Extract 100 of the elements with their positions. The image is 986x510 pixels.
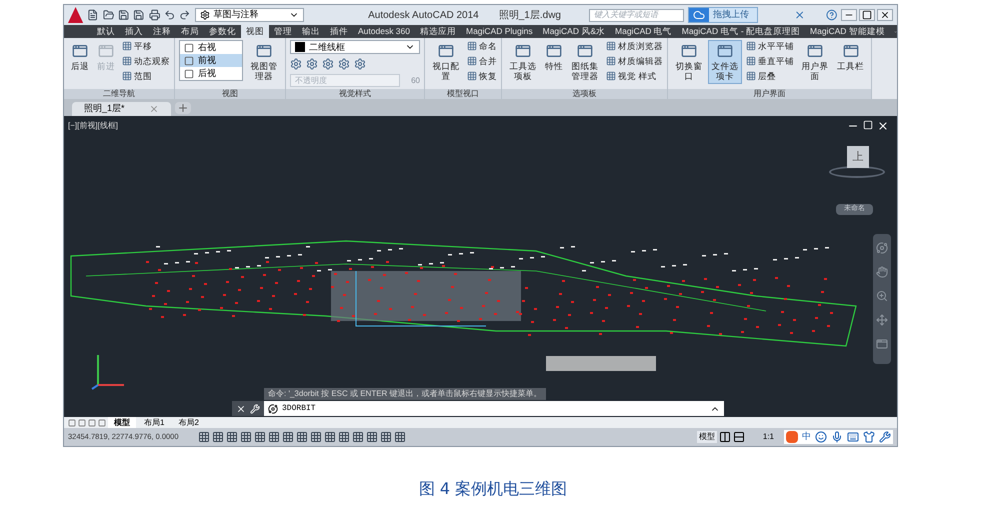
close-icon[interactable] xyxy=(877,9,893,21)
style-tool-icon[interactable] xyxy=(354,58,366,70)
quick-access-icon[interactable] xyxy=(179,9,191,21)
visual-style-dropdown[interactable]: 二维线框 xyxy=(290,40,420,54)
ribbon-small-button[interactable]: 合并 xyxy=(467,54,497,68)
opacity-field[interactable]: 不透明度 xyxy=(290,74,400,87)
ribbon-small-button[interactable]: 垂直平铺 xyxy=(746,54,794,68)
style-tool-icon[interactable] xyxy=(322,58,334,70)
ribbon-small-button[interactable]: 层叠 xyxy=(746,70,794,82)
layout-tab[interactable]: 布局2 xyxy=(172,417,205,428)
layout-tab[interactable]: 模型 xyxy=(108,417,136,428)
ribbon-tab[interactable]: 精选应用 xyxy=(414,25,461,38)
viewport-label[interactable]: [−][前视][线框] xyxy=(68,120,118,132)
annotation-scale[interactable]: 1:1 xyxy=(762,431,774,443)
ribbon-button[interactable]: 文件选项卡 xyxy=(708,40,742,84)
ribbon-button[interactable]: 视口配置 xyxy=(429,40,463,84)
drafting-toggle-icon[interactable] xyxy=(282,431,294,443)
upload-overlay[interactable]: 拖拽上传 xyxy=(688,7,758,23)
window-icon xyxy=(72,43,88,59)
drafting-toggle-icon[interactable] xyxy=(212,431,224,443)
ribbon-small-button[interactable]: 水平平铺 xyxy=(746,40,794,53)
ime-logo-icon[interactable] xyxy=(786,431,798,443)
quick-access-icon[interactable] xyxy=(148,9,160,21)
layout-icon[interactable] xyxy=(718,431,731,443)
drafting-toggle-icon[interactable] xyxy=(296,431,308,443)
ribbon-small-button[interactable]: 范围 xyxy=(122,70,170,82)
drafting-toggle-icon[interactable] xyxy=(324,431,336,443)
ribbon-button[interactable]: 切换窗口 xyxy=(672,40,706,84)
drafting-toggle-icon[interactable] xyxy=(366,431,378,443)
ribbon-button[interactable]: 特性 xyxy=(542,40,566,74)
quick-access-icon[interactable] xyxy=(102,9,114,21)
new-tab-icon[interactable] xyxy=(174,102,191,114)
ribbon-button[interactable]: 图纸集管理器 xyxy=(568,40,602,84)
ime-mode[interactable]: 中 xyxy=(802,430,811,444)
quick-access-icon[interactable] xyxy=(133,9,145,21)
ribbon-tab[interactable]: 注释 xyxy=(148,25,176,38)
drafting-toggle-icon[interactable] xyxy=(394,431,406,443)
file-tab[interactable]: 照明_1层* xyxy=(72,102,171,116)
ribbon-tab[interactable]: MagiCAD 电气 xyxy=(610,25,677,38)
zoom-icon[interactable] xyxy=(876,290,888,302)
ribbon-small-button[interactable]: 材质编辑器 xyxy=(606,54,663,68)
drafting-toggle-icon[interactable] xyxy=(352,431,364,443)
maximize-icon[interactable] xyxy=(859,9,875,21)
quick-access-icon[interactable] xyxy=(87,9,99,21)
help-icon[interactable] xyxy=(826,9,837,21)
drafting-toggle-icon[interactable] xyxy=(338,431,350,443)
ribbon-small-button[interactable]: 恢复 xyxy=(467,70,497,82)
close-icon[interactable] xyxy=(236,404,246,414)
ribbon-button[interactable]: 视图管理器 xyxy=(247,40,281,84)
microphone-icon[interactable] xyxy=(831,431,843,443)
minimize-icon[interactable] xyxy=(841,9,857,21)
style-tool-icon[interactable] xyxy=(290,58,302,70)
drafting-toggle-icon[interactable] xyxy=(310,431,322,443)
ribbon-tab[interactable]: 插件 xyxy=(325,25,353,38)
ribbon-small-button[interactable]: 材质浏览器 xyxy=(606,40,663,53)
shirt-icon[interactable] xyxy=(863,431,875,443)
wrench-icon[interactable] xyxy=(879,431,891,443)
view-list-item[interactable]: 前视 xyxy=(180,54,242,67)
ribbon-tab[interactable]: MagiCAD 风&水 xyxy=(538,25,610,38)
drafting-toggle-icon[interactable] xyxy=(380,431,392,443)
restore-icon[interactable] xyxy=(863,120,873,130)
ribbon-button[interactable]: 工具栏 xyxy=(834,40,867,74)
ribbon-small-button[interactable]: 视觉 样式 xyxy=(606,70,663,82)
ribbon-small-button[interactable]: 命名 xyxy=(467,40,497,53)
ribbon-button[interactable]: 后退 xyxy=(68,40,92,74)
viewcube-face[interactable]: 上 xyxy=(847,146,869,168)
ribbon-tab[interactable]: MagiCAD 智能建模 xyxy=(805,25,890,38)
ribbon-tab[interactable]: 参数化 xyxy=(204,25,241,38)
quick-access-icon[interactable] xyxy=(164,9,176,21)
search-field[interactable]: 键入关键字或短语 xyxy=(589,8,684,22)
pan-icon[interactable] xyxy=(876,266,888,278)
ribbon-tab[interactable]: 管理 xyxy=(269,25,297,38)
quick-access-icon[interactable] xyxy=(118,9,130,21)
ribbon-small-button[interactable]: 动态观察 xyxy=(122,54,170,68)
style-tool-icon[interactable] xyxy=(338,58,350,70)
ribbon-tab[interactable]: MagiCAD Plugins xyxy=(460,25,538,38)
keyboard-icon[interactable] xyxy=(847,431,859,443)
emoji-icon[interactable] xyxy=(815,431,827,443)
drafting-toggle-icon[interactable] xyxy=(254,431,266,443)
close-icon[interactable] xyxy=(877,120,889,132)
drafting-toggle-icon[interactable] xyxy=(240,431,252,443)
drafting-toggle-icon[interactable] xyxy=(268,431,280,443)
ribbon-tab[interactable]: 布局 xyxy=(176,25,204,38)
drafting-toggle-icon[interactable] xyxy=(226,431,238,443)
drafting-toggle-icon[interactable] xyxy=(198,431,210,443)
ribbon-tab[interactable]: 输出 xyxy=(297,25,325,38)
ribbon-tab[interactable]: 视图 xyxy=(241,25,269,38)
ribbon-tab[interactable]: 插入 xyxy=(120,25,148,38)
style-tool-icon[interactable] xyxy=(306,58,318,70)
ribbon-tab[interactable]: MagiCAD 电气 - 配电盘原理图 xyxy=(676,25,806,38)
layout-tab[interactable]: 布局1 xyxy=(138,417,170,428)
layout-icon[interactable] xyxy=(732,431,745,443)
model-button[interactable]: 模型 xyxy=(696,431,717,443)
ribbon-small-button[interactable]: 平移 xyxy=(122,40,170,53)
ribbon-tab[interactable]: Autodesk 360 xyxy=(353,25,415,38)
command-input[interactable]: 3DORBIT xyxy=(264,401,724,416)
ribbon-button[interactable]: 工具选项板 xyxy=(506,40,540,84)
workspace-dropdown[interactable]: 草图与注释 xyxy=(194,8,304,22)
ribbon-tab[interactable]: 默认 xyxy=(92,25,120,38)
ribbon-button[interactable]: 用户界面 xyxy=(798,40,832,84)
